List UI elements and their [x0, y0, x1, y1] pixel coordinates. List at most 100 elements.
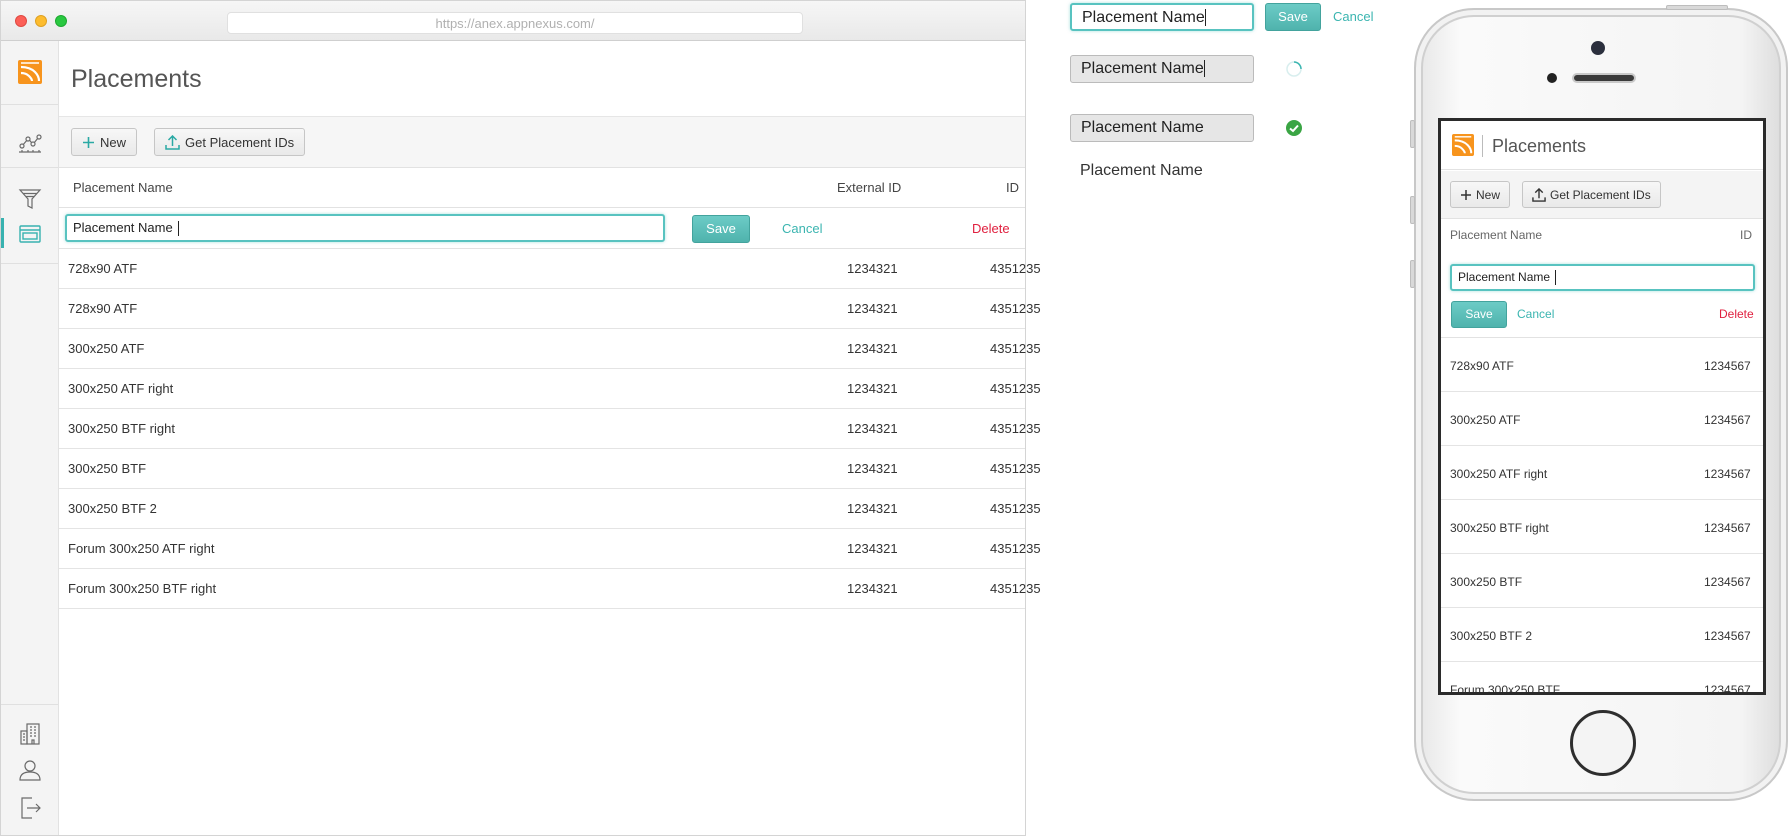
- table-row[interactable]: 728x90 ATF 1234321 4351235: [59, 249, 1041, 289]
- earpiece-speaker: [1572, 73, 1636, 83]
- delete-link[interactable]: Delete: [972, 221, 1010, 236]
- list-item[interactable]: 300x250 ATF 1234567: [1441, 392, 1763, 446]
- mobile-get-placement-ids-label: Get Placement IDs: [1550, 187, 1651, 202]
- list-item[interactable]: 300x250 ATF right 1234567: [1441, 446, 1763, 500]
- address-bar[interactable]: https://anex.appnexus.com/: [227, 12, 803, 34]
- analytics-icon[interactable]: [18, 131, 42, 155]
- list-item[interactable]: Forum 300x250 BTF 1234567: [1441, 662, 1763, 695]
- state-saved-input: Placement Name: [1070, 114, 1254, 142]
- new-button[interactable]: New: [71, 128, 138, 156]
- sidebar: [1, 41, 59, 835]
- mobile-table-header: Placement Name ID: [1441, 219, 1763, 249]
- id-cell: 1234567: [1704, 521, 1751, 535]
- id-cell: 1234567: [1704, 359, 1751, 373]
- placement-name-cell: 300x250 BTF right: [1450, 521, 1549, 535]
- text-caret: [177, 221, 179, 237]
- mobile-placement-name-input[interactable]: Placement Name: [1450, 264, 1755, 291]
- cancel-link[interactable]: Cancel: [782, 221, 822, 236]
- phone-screen: Placements New Get Placement IDs Placeme…: [1438, 118, 1766, 695]
- mobile-new-button[interactable]: New: [1450, 181, 1511, 208]
- volume-up-button: [1410, 196, 1415, 224]
- toolbar: New Get Placement IDs: [59, 116, 1025, 168]
- placement-name-cell: 300x250 BTF 2: [1450, 629, 1533, 643]
- mobile-delete-link[interactable]: Delete: [1719, 307, 1754, 321]
- filter-icon[interactable]: [18, 187, 42, 211]
- placement-name-cell: 300x250 ATF: [68, 341, 145, 356]
- window-titlebar: https://anex.appnexus.com/: [1, 1, 1025, 41]
- id-cell: 4351235: [990, 461, 1041, 476]
- sidebar-divider: [1, 167, 58, 168]
- mobile-new-label: New: [1476, 187, 1501, 202]
- external-id-cell: 1234321: [847, 301, 898, 316]
- table-row[interactable]: 728x90 ATF 1234321 4351235: [59, 289, 1041, 329]
- placement-name-cell: Forum 300x250 BTF: [1450, 683, 1561, 695]
- id-cell: 4351235: [990, 581, 1041, 596]
- close-window-button[interactable]: [15, 15, 27, 27]
- state-cancel-link[interactable]: Cancel: [1333, 9, 1373, 24]
- header-divider: [1482, 135, 1483, 157]
- phone-frame: Placements New Get Placement IDs Placeme…: [1410, 5, 1788, 801]
- placement-name-cell: 728x90 ATF: [68, 261, 138, 276]
- user-icon[interactable]: [18, 758, 42, 782]
- placement-name-cell: Forum 300x250 BTF right: [68, 581, 217, 596]
- save-button[interactable]: Save: [692, 215, 750, 243]
- sidebar-divider: [1, 704, 58, 705]
- placements-icon[interactable]: [18, 222, 42, 246]
- table-row[interactable]: Forum 300x250 BTF right 1234321 4351235: [59, 569, 1041, 609]
- id-cell: 1234567: [1704, 683, 1751, 695]
- text-caret: [1204, 9, 1206, 27]
- placement-name-cell: 300x250 ATF right: [1450, 467, 1548, 481]
- zoom-window-button[interactable]: [55, 15, 67, 27]
- external-id-cell: 1234321: [847, 421, 898, 436]
- mobile-header: Placements: [1441, 121, 1763, 170]
- table-row[interactable]: 300x250 BTF 2 1234321 4351235: [59, 489, 1041, 529]
- list-item[interactable]: 300x250 BTF 1234567: [1441, 554, 1763, 608]
- input-value: Placement Name: [1082, 9, 1205, 26]
- state-display-text: Placement Name: [1080, 162, 1203, 179]
- state-saving-input: Placement Name: [1070, 55, 1254, 83]
- input-value: Placement Name: [1081, 119, 1204, 136]
- external-id-cell: 1234321: [847, 581, 898, 596]
- mobile-column-header-name[interactable]: Placement Name: [1450, 228, 1542, 242]
- list-item[interactable]: 728x90 ATF 1234567: [1441, 338, 1763, 392]
- page-title: Placements: [71, 65, 202, 93]
- minimize-window-button[interactable]: [35, 15, 47, 27]
- list-item[interactable]: 300x250 BTF 2 1234567: [1441, 608, 1763, 662]
- upload-icon: [1532, 187, 1546, 202]
- state-save-button[interactable]: Save: [1265, 3, 1321, 31]
- table-row[interactable]: Forum 300x250 ATF right 1234321 4351235: [59, 529, 1041, 569]
- placement-name-input[interactable]: Placement Name: [65, 214, 665, 242]
- mobile-cancel-link[interactable]: Cancel: [1517, 307, 1554, 321]
- appnexus-logo-icon[interactable]: [18, 60, 42, 84]
- column-header-id[interactable]: ID: [1006, 180, 1019, 195]
- proximity-sensor: [1547, 73, 1557, 83]
- browser-window: https://anex.appnexus.com/ Placements Ne…: [0, 0, 1041, 836]
- state-editing-input[interactable]: Placement Name: [1070, 3, 1254, 31]
- table-row[interactable]: 300x250 BTF right 1234321 4351235: [59, 409, 1041, 449]
- logout-icon[interactable]: [18, 796, 42, 820]
- get-placement-ids-label: Get Placement IDs: [185, 134, 295, 150]
- mobile-get-placement-ids-button[interactable]: Get Placement IDs: [1522, 181, 1661, 208]
- building-icon[interactable]: [18, 722, 42, 746]
- upload-icon: [165, 134, 180, 150]
- list-item[interactable]: 300x250 BTF right 1234567: [1441, 500, 1763, 554]
- column-header-external-id[interactable]: External ID: [837, 180, 901, 195]
- table-row[interactable]: 300x250 BTF 1234321 4351235: [59, 449, 1041, 489]
- id-cell: 1234567: [1704, 413, 1751, 427]
- input-value: Placement Name: [1081, 60, 1204, 77]
- mobile-column-header-id[interactable]: ID: [1740, 228, 1752, 242]
- appnexus-logo-icon[interactable]: [1452, 134, 1474, 156]
- id-cell: 1234567: [1704, 467, 1751, 481]
- main-content: Placements New Get Placement IDs Placeme…: [59, 41, 1041, 835]
- get-placement-ids-button[interactable]: Get Placement IDs: [154, 128, 306, 156]
- external-id-cell: 1234321: [847, 541, 898, 556]
- mobile-save-button[interactable]: Save: [1451, 301, 1507, 328]
- input-value: Placement Name: [1458, 270, 1551, 284]
- placement-name-cell: 300x250 BTF right: [68, 421, 175, 436]
- home-button[interactable]: [1570, 710, 1636, 776]
- table-row[interactable]: 300x250 ATF 1234321 4351235: [59, 329, 1041, 369]
- volume-down-button: [1410, 260, 1415, 288]
- sidebar-divider: [1, 263, 58, 264]
- table-row[interactable]: 300x250 ATF right 1234321 4351235: [59, 369, 1041, 409]
- column-header-placement-name[interactable]: Placement Name: [73, 180, 173, 195]
